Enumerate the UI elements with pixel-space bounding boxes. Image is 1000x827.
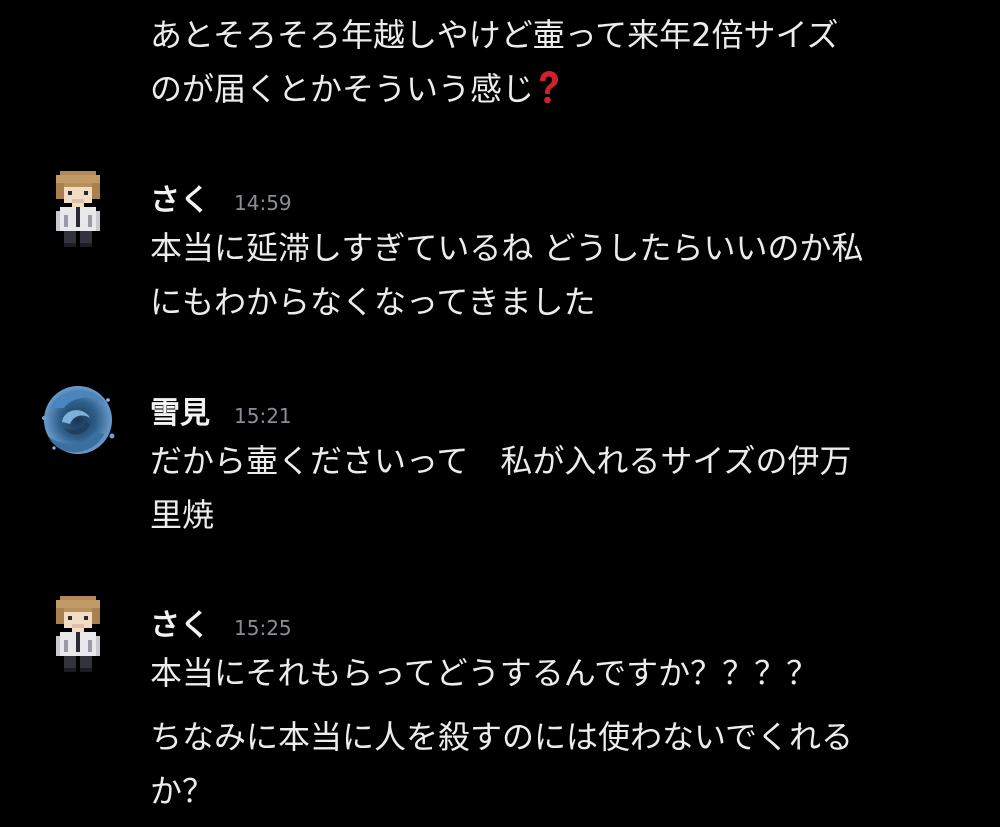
username[interactable]: さく	[150, 175, 210, 219]
message-line: あとそろそろ年越しやけど壷って来年2倍サイズ	[150, 16, 839, 54]
message-line: のが届くとかそういう感じ	[150, 70, 535, 108]
message-header: 雪見 15:21	[150, 388, 292, 431]
message-text[interactable]: 本当に延滞しすぎているね どうしたらいいのか私 にもわからなくなってきました	[150, 221, 990, 329]
pixel-boy-avatar[interactable]	[44, 171, 112, 247]
message-line: にもわからなくなってきました	[150, 283, 596, 321]
blue-swirl-avatar[interactable]	[34, 378, 118, 462]
chat-log: あとそろそろ年越しやけど壷って来年2倍サイズ のが届くとかそういう感じ さく 1…	[0, 0, 1000, 827]
message-line: ちなみに本当に人を殺すのには使わないでくれる	[150, 718, 854, 756]
message-header: さく 14:59	[150, 175, 292, 218]
message-header: さく 15:25	[150, 600, 292, 643]
message-line: だから壷くださいって 私が入れるサイズの伊万	[150, 442, 852, 480]
message-text-followup[interactable]: ちなみに本当に人を殺すのには使わないでくれる か？	[150, 710, 990, 818]
timestamp[interactable]: 15:21	[234, 404, 292, 428]
username[interactable]: 雪見	[150, 388, 210, 432]
message-line: 本当にそれもらってどうするんですか？？？？	[150, 654, 819, 692]
message-text[interactable]: 本当にそれもらってどうするんですか？？？？	[150, 646, 990, 700]
message-line: 本当に延滞しすぎているね どうしたらいいのか私	[150, 229, 864, 267]
username[interactable]: さく	[150, 600, 210, 644]
pixel-boy-avatar[interactable]	[44, 596, 112, 672]
timestamp[interactable]: 15:25	[234, 616, 292, 640]
message-text[interactable]: だから壷くださいって 私が入れるサイズの伊万 里焼	[150, 434, 990, 542]
message-text[interactable]: あとそろそろ年越しやけど壷って来年2倍サイズ のが届くとかそういう感じ	[150, 8, 990, 116]
red-question-mark-icon	[540, 71, 559, 104]
message-line: 里焼	[150, 496, 215, 534]
message-line: か？	[150, 772, 215, 810]
timestamp[interactable]: 14:59	[234, 191, 292, 215]
